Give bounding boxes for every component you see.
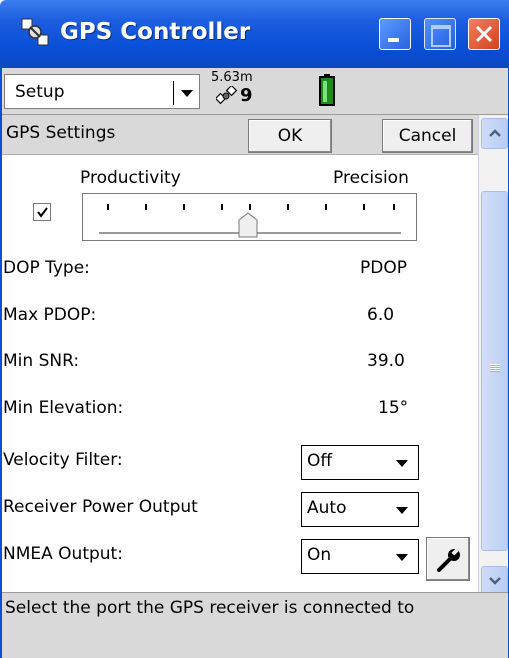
vertical-scrollbar[interactable] xyxy=(478,115,509,604)
satellite-icon xyxy=(21,18,49,46)
nmea-settings-button[interactable] xyxy=(426,537,470,581)
precision-label: Precision xyxy=(333,168,409,188)
min-snr-label: Min SNR: xyxy=(3,351,80,371)
receiver-power-select[interactable]: Auto xyxy=(301,492,419,527)
checkmark-icon xyxy=(37,207,48,218)
ok-button[interactable]: OK xyxy=(248,119,332,153)
nmea-output-select[interactable]: On xyxy=(301,539,419,574)
status-text: Select the port the GPS receiver is conn… xyxy=(5,598,415,618)
slider-tick xyxy=(363,204,365,210)
minimize-button[interactable] xyxy=(379,18,411,50)
wrench-icon xyxy=(437,548,460,572)
chevron-up-icon xyxy=(489,129,501,137)
gps-accuracy: 5.63m xyxy=(211,70,253,85)
velocity-filter-value: Off xyxy=(307,451,333,471)
slider-tick xyxy=(325,204,327,210)
min-elevation-label: Min Elevation: xyxy=(3,398,124,418)
scroll-thumb[interactable] xyxy=(481,191,508,551)
slider-tick xyxy=(287,204,289,210)
page-title: GPS Settings xyxy=(6,123,116,143)
min-elevation-value[interactable]: 15° xyxy=(378,398,408,418)
velocity-filter-select[interactable]: Off xyxy=(301,445,419,480)
satellite-icon xyxy=(216,86,238,105)
slider-tick xyxy=(221,204,223,210)
productivity-label: Productivity xyxy=(80,168,181,188)
close-icon xyxy=(475,25,493,43)
chevron-down-icon xyxy=(489,577,501,585)
title-bar: GPS Controller xyxy=(0,0,509,68)
max-pdop-label: Max PDOP: xyxy=(3,305,97,325)
slider-thumb[interactable] xyxy=(238,212,258,238)
slider-tick xyxy=(183,204,185,210)
nmea-output-value: On xyxy=(307,545,332,565)
slider-tick xyxy=(249,204,251,210)
toolbar: Setup xyxy=(0,68,509,115)
receiver-power-value: Auto xyxy=(307,498,347,518)
chevron-down-icon[interactable] xyxy=(173,81,197,105)
mode-label: Setup xyxy=(15,82,65,102)
battery-icon xyxy=(319,74,335,106)
nmea-output-label: NMEA Output: xyxy=(3,544,123,564)
maximize-button[interactable] xyxy=(424,18,456,50)
slider-tick xyxy=(107,204,109,210)
chevron-down-icon xyxy=(396,507,408,514)
scroll-up-button[interactable] xyxy=(481,118,508,149)
max-pdop-value[interactable]: 6.0 xyxy=(367,305,394,325)
min-snr-value[interactable]: 39.0 xyxy=(367,351,405,371)
dop-type-label: DOP Type: xyxy=(3,258,90,278)
window-border xyxy=(0,68,2,658)
receiver-power-label: Receiver Power Output xyxy=(3,497,198,517)
precision-slider[interactable] xyxy=(82,193,417,241)
velocity-filter-label: Velocity Filter: xyxy=(3,450,123,470)
close-button[interactable] xyxy=(468,18,500,50)
slider-tick xyxy=(145,204,147,210)
satellite-count: 9 xyxy=(240,85,253,106)
status-bar: Select the port the GPS receiver is conn… xyxy=(0,592,509,658)
cancel-button[interactable]: Cancel xyxy=(382,119,473,153)
dop-type-value[interactable]: PDOP xyxy=(360,258,407,278)
slider-enable-checkbox[interactable] xyxy=(33,203,51,221)
chevron-down-icon xyxy=(396,460,408,467)
mode-dropdown[interactable]: Setup xyxy=(4,74,200,109)
slider-tick xyxy=(393,204,395,210)
window-title: GPS Controller xyxy=(60,19,251,45)
grip-icon xyxy=(490,364,500,372)
chevron-down-icon xyxy=(396,554,408,561)
